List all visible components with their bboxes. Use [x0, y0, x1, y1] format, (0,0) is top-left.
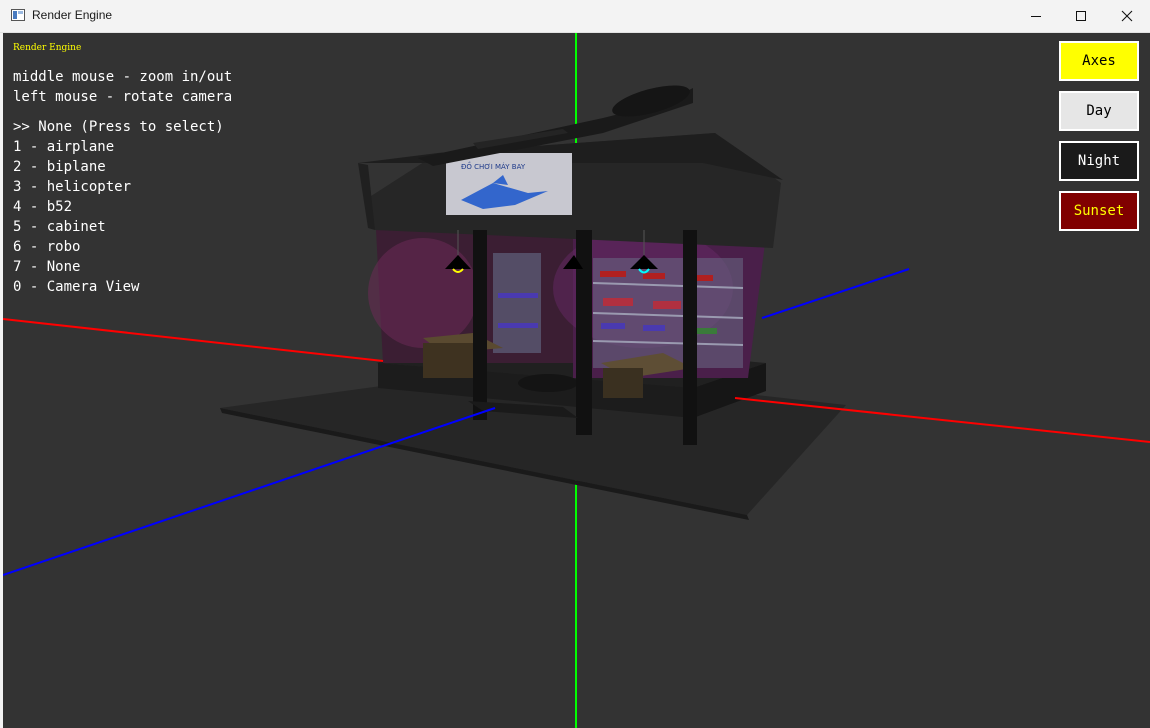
menu-option-helicopter: 3 - helicopter — [13, 179, 132, 195]
menu-option-robo: 6 - robo — [13, 239, 81, 255]
close-icon — [1121, 10, 1133, 22]
render-viewport[interactable]: ĐỒ CHƠI MÁY BAY Render Engine middle mou… — [3, 33, 1150, 728]
night-button-label: Night — [1077, 153, 1121, 169]
menu-option-airplane: 1 - airplane — [13, 139, 115, 155]
overlay-title: Render Engine — [13, 43, 82, 53]
maximize-icon — [1076, 11, 1086, 21]
axes-button[interactable]: Axes — [1059, 41, 1139, 81]
window-title: Render Engine — [32, 8, 113, 22]
menu-option-camera-view: 0 - Camera View — [13, 279, 140, 295]
pillar-left — [473, 230, 487, 420]
pillar-middle — [576, 230, 592, 435]
close-button[interactable] — [1104, 0, 1150, 32]
menu-option-cabinet: 5 - cabinet — [13, 219, 106, 235]
title-bar[interactable]: Render Engine — [0, 0, 1150, 33]
shop-signboard: ĐỒ CHƠI MÁY BAY — [446, 153, 572, 215]
model-select-menu: >> None (Press to select) 1 - airplane 2 -… — [13, 117, 224, 297]
svg-text:ĐỒ CHƠI MÁY BAY: ĐỒ CHƠI MÁY BAY — [461, 161, 526, 171]
sunset-button-label: Sunset — [1073, 203, 1125, 219]
help-line-rotate: left mouse - rotate camera — [13, 89, 233, 105]
menu-option-none: 7 - None — [13, 259, 81, 275]
maximize-button[interactable] — [1058, 0, 1104, 32]
pillar-right — [683, 230, 697, 445]
day-button[interactable]: Day — [1059, 91, 1139, 131]
help-line-zoom: middle mouse - zoom in/out — [13, 69, 233, 85]
z-axis-line-neg — [3, 407, 496, 576]
floor-rug — [518, 374, 578, 392]
menu-option-biplane: 2 - biplane — [13, 159, 106, 175]
axes-button-label: Axes — [1082, 53, 1116, 69]
controls-help: middle mouse - zoom in/out left mouse - r… — [13, 67, 232, 107]
minimize-button[interactable] — [1013, 0, 1059, 32]
menu-option-b52: 4 - b52 — [13, 199, 73, 215]
sunset-button[interactable]: Sunset — [1059, 191, 1139, 231]
minimize-icon — [1031, 16, 1041, 17]
app-icon — [11, 9, 25, 21]
z-axis-line-pos — [761, 268, 910, 319]
current-selection: >> None (Press to select) — [13, 119, 224, 135]
toy-shelves — [493, 253, 744, 368]
x-axis-line-neg — [3, 318, 384, 362]
day-button-label: Day — [1086, 103, 1112, 119]
night-button[interactable]: Night — [1059, 141, 1139, 181]
